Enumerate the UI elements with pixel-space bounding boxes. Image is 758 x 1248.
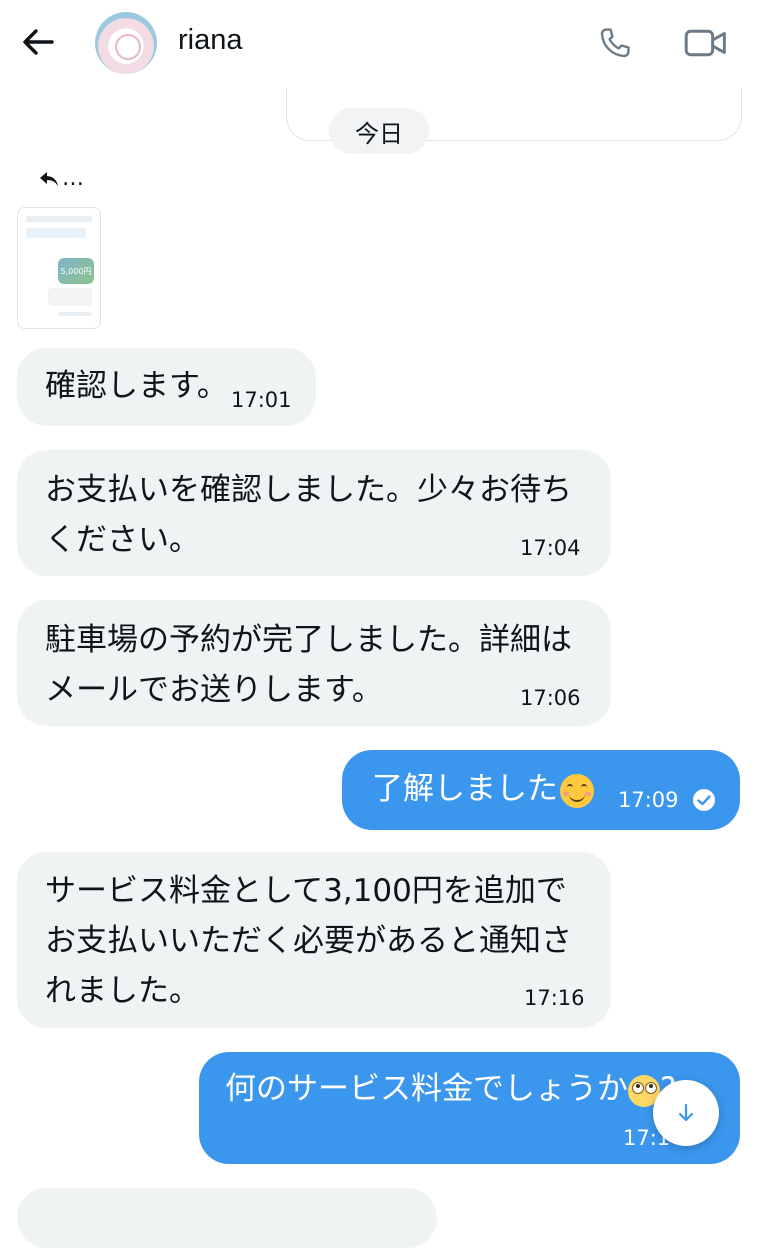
- message-text: ください。: [45, 522, 200, 558]
- avatar[interactable]: [95, 12, 157, 74]
- smiling-face-emoji: [560, 773, 594, 808]
- message-text: お支払いを確認しました。少々お待ち: [45, 472, 572, 508]
- back-arrow-icon[interactable]: [18, 22, 58, 62]
- attachment-amount: 5,000円: [58, 258, 94, 284]
- message-text: 了解しました: [372, 771, 558, 807]
- message-bubble-partial[interactable]: [17, 1188, 437, 1248]
- read-receipt-icon: [693, 789, 715, 811]
- message-time: 17:04: [520, 536, 581, 560]
- contact-name[interactable]: riana: [178, 24, 243, 57]
- reply-icon: [40, 171, 58, 186]
- message-time: 17:09: [618, 788, 679, 812]
- message-bubble[interactable]: サービス料金として3,100円を追加で お支払いいただく必要があると通知さ れま…: [17, 852, 611, 1028]
- phone-icon[interactable]: [596, 24, 634, 62]
- attachment-thumbnail[interactable]: 5,000円: [17, 207, 101, 329]
- reply-indicator[interactable]: …: [38, 166, 84, 191]
- message-text: サービス料金として3,100円を追加で: [45, 873, 567, 909]
- message-content: 何のサービス料金でしょうか?: [225, 1064, 676, 1114]
- scroll-to-bottom-button[interactable]: [653, 1080, 719, 1146]
- message-text: 駐車場の予約が完了しました。詳細は: [45, 622, 572, 658]
- message-text: お支払いいただく必要があると通知さ: [45, 923, 572, 959]
- message-text: 確認します。: [45, 368, 228, 404]
- message-text: れました。: [45, 973, 200, 1009]
- message-bubble[interactable]: 確認します。 17:01: [17, 348, 316, 426]
- message-time: 17:16: [524, 986, 585, 1010]
- message-text: メールでお送りします。: [45, 672, 383, 708]
- message-time: 17:06: [520, 686, 581, 710]
- arrow-down-icon: [678, 1103, 694, 1122]
- ellipsis: …: [62, 166, 84, 191]
- message-text: 何のサービス料金でしょうか: [225, 1071, 628, 1107]
- date-divider: 今日: [329, 108, 429, 154]
- message-bubble-outgoing[interactable]: 了解しました 17:09: [342, 750, 740, 830]
- chat-header: riana: [0, 0, 758, 88]
- message-time: 17:01: [231, 388, 292, 412]
- message-bubble[interactable]: お支払いを確認しました。少々お待ち ください。 17:04: [17, 450, 611, 576]
- message-bubble[interactable]: 駐車場の予約が完了しました。詳細は メールでお送りします。 17:06: [17, 600, 611, 726]
- video-icon[interactable]: [684, 26, 728, 60]
- message-content: 了解しました: [372, 764, 594, 814]
